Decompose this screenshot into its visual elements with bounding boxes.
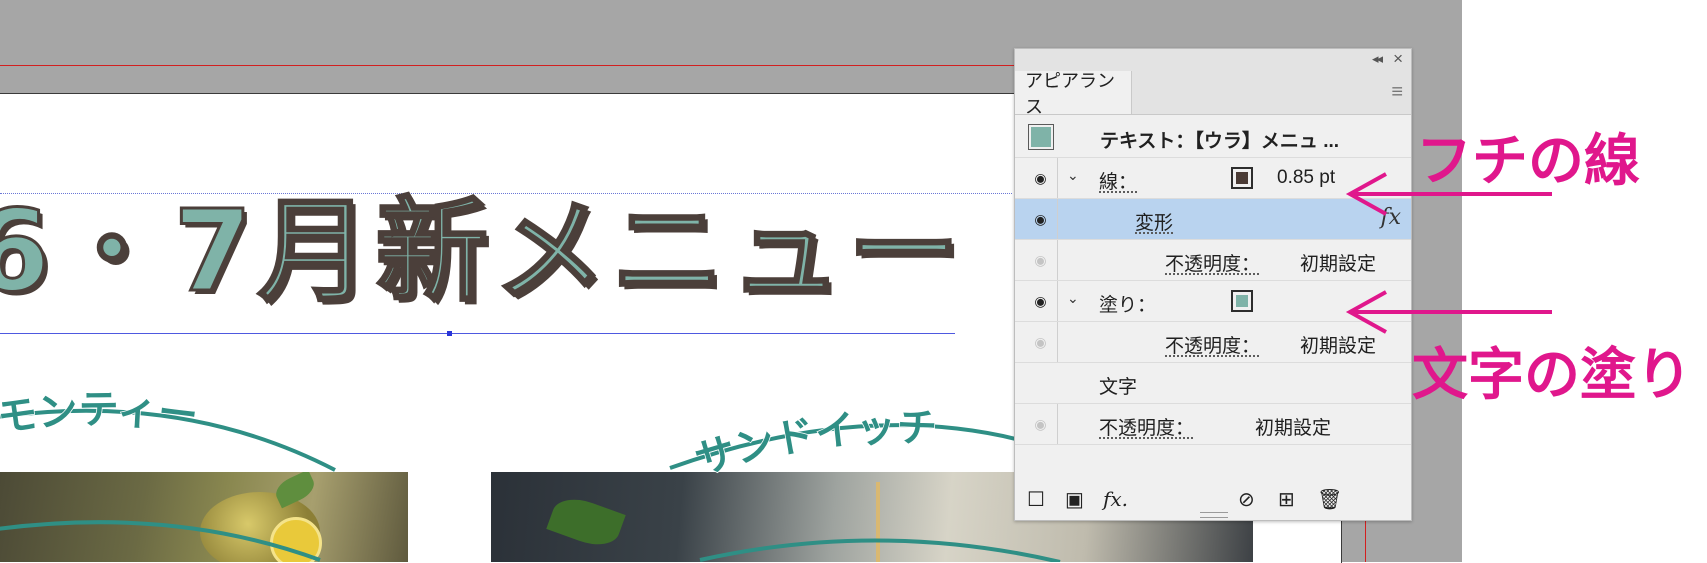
- stroke-label[interactable]: 線：: [1099, 167, 1137, 194]
- duplicate-item-icon[interactable]: ⊞: [1278, 487, 1295, 512]
- lemon-tea-photo[interactable]: [0, 472, 408, 562]
- add-effect-icon[interactable]: fx.: [1103, 487, 1128, 511]
- panel-menu-icon[interactable]: ≡: [1391, 81, 1403, 104]
- clear-appearance-icon[interactable]: ⊘: [1238, 487, 1255, 512]
- chevron-down-icon[interactable]: ⌄: [1067, 290, 1079, 307]
- trash-icon[interactable]: 🗑: [1317, 487, 1342, 512]
- leaf-shape: [546, 491, 626, 553]
- panel-tab-row: アピアランス ≡: [1015, 71, 1411, 117]
- visibility-eye-icon[interactable]: ◉: [1024, 158, 1058, 198]
- fill-label[interactable]: 塗り：: [1099, 290, 1156, 317]
- add-fill-icon[interactable]: ▣: [1065, 487, 1084, 512]
- visibility-eye-icon[interactable]: ◉: [1024, 404, 1058, 444]
- visibility-eye-icon[interactable]: ◉: [1024, 281, 1058, 321]
- resize-grip[interactable]: [1200, 512, 1228, 518]
- stroke-weight[interactable]: 0.85 pt: [1277, 167, 1335, 189]
- lemon-slice-shape: [270, 517, 322, 562]
- arrow-to-stroke: [1345, 172, 1552, 216]
- object-opacity-value: 初期設定: [1255, 418, 1332, 439]
- anchor-point[interactable]: [447, 331, 452, 336]
- object-swatch[interactable]: [1028, 124, 1054, 150]
- text-baseline: [0, 333, 955, 334]
- row-object-opacity[interactable]: ◉ 不透明度： 初期設定: [1015, 404, 1411, 445]
- object-title: テキスト：【ウラ】メニュ ...: [1100, 131, 1340, 152]
- object-opacity-label[interactable]: 不透明度：: [1099, 413, 1194, 440]
- effect-transform-label[interactable]: 変形: [1135, 208, 1173, 235]
- annotation-arrows: [1345, 172, 1552, 334]
- collapse-icon[interactable]: ◂◂: [1372, 51, 1383, 67]
- object-swatch-fill: [1031, 127, 1051, 147]
- row-characters[interactable]: 文字: [1015, 363, 1411, 404]
- tab-appearance-label: アピアランス: [1025, 70, 1115, 117]
- panel-bottom-toolbar: ☐ ▣ fx. ⊘ ⊞ 🗑: [1015, 477, 1411, 520]
- fill-opacity-label[interactable]: 不透明度：: [1165, 331, 1260, 358]
- visibility-eye-icon[interactable]: ◉: [1024, 322, 1058, 362]
- row-object[interactable]: テキスト：【ウラ】メニュ ...: [1015, 115, 1411, 158]
- characters-label[interactable]: 文字: [1099, 372, 1137, 399]
- stroke-opacity-label[interactable]: 不透明度：: [1165, 249, 1260, 276]
- stroke-swatch[interactable]: [1231, 167, 1253, 189]
- fill-swatch[interactable]: [1231, 290, 1253, 312]
- arrow-to-fill: [1345, 290, 1552, 334]
- annotation-fill-note: 文字の塗り: [1412, 343, 1692, 408]
- stroke-swatch-color: [1236, 172, 1248, 184]
- headline-text[interactable]: 6・7月新メニュー: [0, 195, 966, 310]
- visibility-eye-icon[interactable]: ◉: [1024, 199, 1058, 239]
- visibility-eye-icon[interactable]: ◉: [1024, 240, 1058, 280]
- fill-swatch-color: [1236, 295, 1248, 307]
- tab-appearance[interactable]: アピアランス: [1015, 71, 1132, 117]
- toothpick-shape: [876, 482, 880, 562]
- add-stroke-icon[interactable]: ☐: [1027, 487, 1045, 512]
- chevron-down-icon[interactable]: ⌄: [1067, 167, 1079, 184]
- close-icon[interactable]: ×: [1393, 49, 1403, 69]
